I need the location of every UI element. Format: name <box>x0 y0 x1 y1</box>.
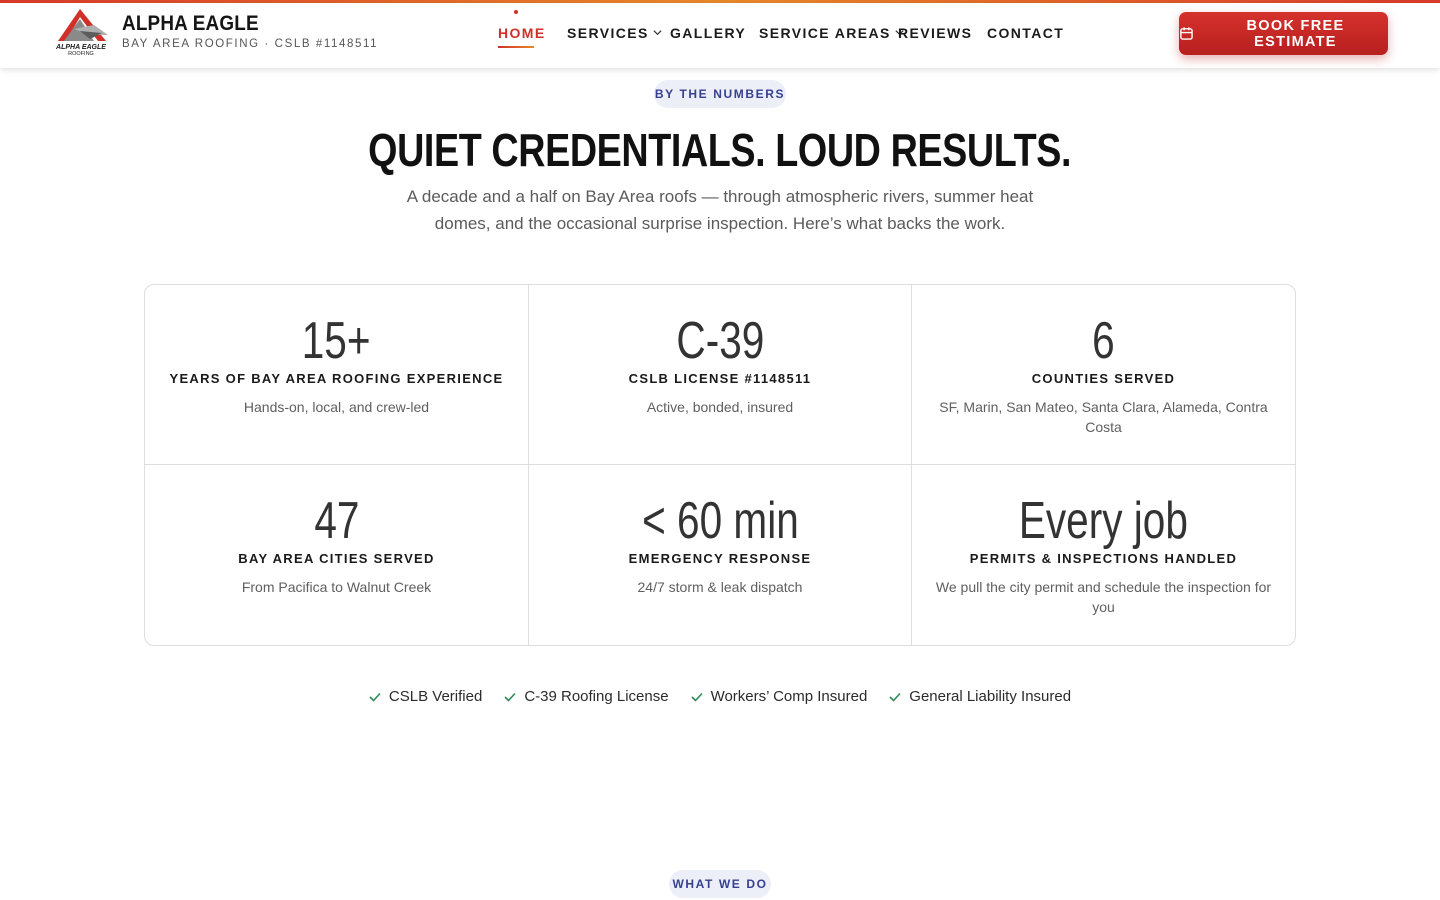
nav-gallery[interactable]: GALLERY <box>670 25 746 41</box>
company-logo[interactable]: ALPHA EAGLE ROOFING <box>50 5 112 57</box>
stat-card: 6 COUNTIES SERVED SF, Marin, San Mateo, … <box>912 285 1295 465</box>
stat-description: We pull the city permit and schedule the… <box>935 579 1272 615</box>
credential-badge: Workers’ Comp Insured <box>691 688 868 705</box>
stat-description: From Pacifica to Walnut Creek <box>241 579 432 595</box>
stat-value: Every job <box>912 493 1295 549</box>
check-icon <box>889 692 901 702</box>
check-icon <box>504 692 516 702</box>
calendar-icon <box>1180 27 1193 40</box>
brand-subtitle: BAY AREA ROOFING · CSLB #1148511 <box>122 38 379 50</box>
stat-label: YEARS OF BAY AREA ROOFING EXPERIENCE <box>169 371 504 386</box>
nav-reviews[interactable]: REVIEWS <box>898 25 972 41</box>
stat-card: C-39 CSLB LICENSE #1148511 Active, bonde… <box>529 285 912 465</box>
credential-badge: C-39 Roofing License <box>504 688 669 705</box>
stat-label: EMERGENCY RESPONSE <box>628 551 812 566</box>
nav-home[interactable]: HOME <box>498 25 546 41</box>
check-icon <box>691 692 703 702</box>
stat-card: 47 BAY AREA CITIES SERVED From Pacifica … <box>145 465 529 645</box>
next-section-eyebrow: WHAT WE DO <box>669 870 771 898</box>
nav-services-label: SERVICES <box>567 25 649 41</box>
stat-card: 15+ YEARS OF BAY AREA ROOFING EXPERIENCE… <box>145 285 529 465</box>
check-icon <box>369 692 381 702</box>
stat-description: 24/7 storm & leak dispatch <box>637 579 803 595</box>
section-intro: A decade and a half on Bay Area roofs — … <box>406 187 1034 233</box>
active-underline <box>498 46 534 48</box>
stat-label: BAY AREA CITIES SERVED <box>238 551 435 566</box>
stat-description: SF, Marin, San Mateo, Santa Clara, Alame… <box>939 399 1268 435</box>
credential-badge: CSLB Verified <box>369 688 482 705</box>
stat-value: 15+ <box>145 313 528 369</box>
stat-value-text: 6 <box>1092 312 1115 370</box>
stat-label: PERMITS & INSPECTIONS HANDLED <box>969 551 1238 566</box>
cta-label: BOOK FREE ESTIMATE <box>1246 17 1345 50</box>
section-title-text: QUIET CREDENTIALS. LOUD RESULTS. <box>368 124 1072 176</box>
svg-text:ROOFING: ROOFING <box>68 51 94 57</box>
credential-badge-label: C-39 Roofing License <box>524 688 669 705</box>
brand-name: ALPHA EAGLE <box>122 12 259 35</box>
section-title: QUIET CREDENTIALS. LOUD RESULTS. <box>0 122 1440 178</box>
stat-value-text: 15+ <box>302 312 371 370</box>
book-free-estimate-button[interactable]: BOOK FREE ESTIMATE <box>1179 12 1388 55</box>
stat-label: COUNTIES SERVED <box>1031 371 1176 386</box>
stat-description: Hands-on, local, and crew-led <box>243 399 430 415</box>
credential-badges: CSLB Verified C-39 Roofing License Worke… <box>0 688 1440 705</box>
chevron-down-icon <box>653 30 662 36</box>
section-eyebrow: BY THE NUMBERS <box>654 80 786 108</box>
brand-block[interactable]: ALPHA EAGLE BAY AREA ROOFING · CSLB #114… <box>122 12 378 50</box>
stat-value: C-39 <box>529 313 911 369</box>
credential-badge-label: Workers’ Comp Insured <box>710 688 868 705</box>
stat-value-text: 47 <box>313 492 360 550</box>
credential-badge-label: General Liability Insured <box>909 688 1072 705</box>
stat-label: CSLB LICENSE #1148511 <box>628 371 812 386</box>
svg-text:ALPHA EAGLE: ALPHA EAGLE <box>55 44 106 51</box>
stat-description: Active, bonded, insured <box>646 399 794 415</box>
nav-service-areas[interactable]: SERVICE AREAS <box>759 25 905 41</box>
stat-value: < 60 min <box>529 493 911 549</box>
active-indicator-dot <box>514 10 518 14</box>
stats-grid: 15+ YEARS OF BAY AREA ROOFING EXPERIENCE… <box>144 284 1296 646</box>
credential-badge: General Liability Insured <box>889 688 1071 705</box>
stat-value-text: C-39 <box>676 312 764 370</box>
credential-badge-label: CSLB Verified <box>388 688 483 705</box>
eagle-logo-icon: ALPHA EAGLE ROOFING <box>55 9 108 57</box>
stat-value: 6 <box>912 313 1295 369</box>
nav-services[interactable]: SERVICES <box>567 25 663 41</box>
stat-card: Every job PERMITS & INSPECTIONS HANDLED … <box>912 465 1295 645</box>
stat-card: < 60 min EMERGENCY RESPONSE 24/7 storm &… <box>529 465 912 645</box>
stat-value-text: < 60 min <box>641 492 799 550</box>
site-header: ALPHA EAGLE ROOFING ALPHA EAGLE BAY AREA… <box>0 3 1440 68</box>
stat-value: 47 <box>145 493 528 549</box>
stat-value-text: Every job <box>1018 492 1189 550</box>
nav-contact[interactable]: CONTACT <box>987 25 1064 41</box>
nav-service-areas-label: SERVICE AREAS <box>759 25 891 41</box>
